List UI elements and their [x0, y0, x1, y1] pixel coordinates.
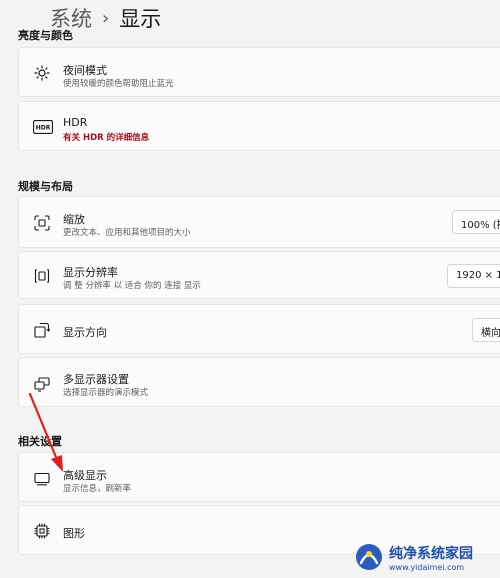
setting-orientation[interactable]: 显示方向 横向 [18, 304, 500, 354]
setting-night-mode[interactable]: 夜间模式 使用较暖的颜色帮助阻止蓝光 [18, 47, 500, 97]
section-title-brightness: 亮度与颜色 [18, 29, 73, 42]
advanced-display-subtitle: 显示信息，刷新率 [63, 484, 132, 494]
orientation-title: 显示方向 [63, 326, 107, 339]
annotation-arrow [28, 392, 63, 472]
resolution-subtitle: 调 整 分辨率 以 适合 你的 连接 显示 [63, 281, 201, 291]
setting-hdr[interactable]: HDR HDR 有关 HDR 的详细信息 [18, 101, 500, 151]
resolution-title: 显示分辨率 [63, 266, 118, 279]
graphics-title: 图形 [63, 527, 85, 540]
resolution-dropdown[interactable]: 1920 × 10 [447, 264, 500, 288]
breadcrumb-separator: › [102, 7, 110, 29]
watermark: 纯净系统家园 www.yidaimei.com [354, 538, 494, 576]
multi-display-icon [33, 375, 51, 393]
hdr-icon-text: HDR [36, 125, 51, 132]
sun-icon [33, 64, 51, 82]
watermark-logo-icon [356, 544, 382, 570]
night-mode-title: 夜间模式 [63, 64, 107, 77]
night-mode-subtitle: 使用较暖的颜色帮助阻止蓝光 [63, 79, 174, 89]
setting-scale[interactable]: 缩放 更改文本、应用和其他项目的大小 100% (推 [18, 196, 500, 248]
section-title-scale: 规模与布局 [18, 180, 73, 193]
hdr-details-link[interactable]: 有关 HDR 的详细信息 [63, 131, 149, 143]
watermark-url: www.yidaimei.com [389, 562, 465, 572]
page-title: 显示 [119, 7, 162, 31]
monitor-icon [33, 470, 51, 488]
setting-resolution[interactable]: 显示分辨率 调 整 分辨率 以 适合 你的 连接 显示 1920 × 10 [18, 251, 500, 299]
scale-title: 缩放 [63, 213, 85, 226]
setting-advanced-display[interactable]: 高级显示 显示信息，刷新率 [18, 452, 500, 502]
advanced-display-title: 高级显示 [63, 469, 107, 482]
chip-icon [33, 522, 51, 540]
scale-subtitle: 更改文本、应用和其他项目的大小 [63, 228, 191, 238]
orientation-dropdown[interactable]: 横向 [472, 318, 500, 342]
multi-display-subtitle: 选择显示器的演示模式 [63, 388, 149, 398]
watermark-title: 纯净系统家园 [389, 545, 473, 562]
resolution-icon [33, 267, 51, 285]
scale-icon [33, 214, 51, 232]
multi-display-title: 多显示器设置 [63, 373, 129, 386]
orientation-icon [33, 321, 51, 339]
setting-multi-display[interactable]: 多显示器设置 选择显示器的演示模式 [18, 357, 500, 407]
hdr-title: HDR [63, 116, 88, 129]
scale-dropdown[interactable]: 100% (推 [452, 210, 500, 234]
hdr-icon: HDR [33, 118, 53, 136]
